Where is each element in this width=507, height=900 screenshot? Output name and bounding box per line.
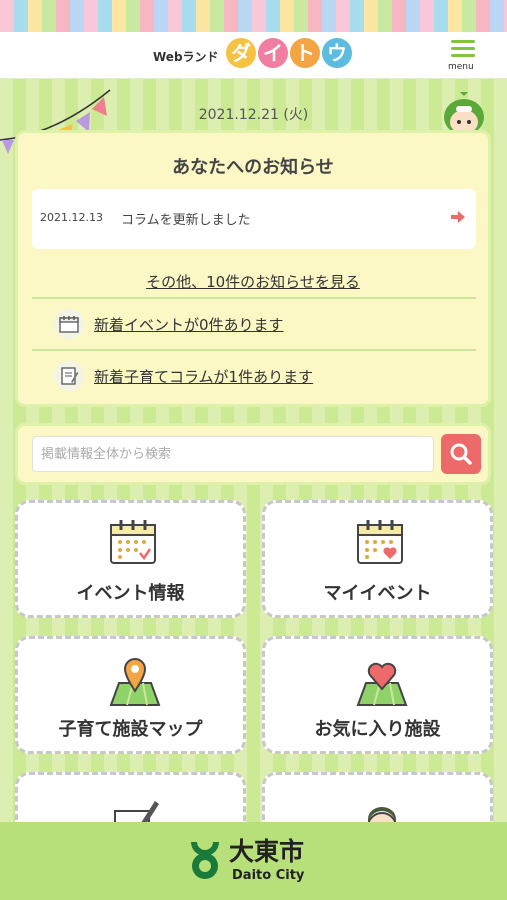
event-info-tile[interactable]: イベント情報 bbox=[15, 500, 246, 618]
arrow-right-icon bbox=[451, 211, 465, 223]
top-decorative-stripe bbox=[0, 0, 507, 32]
calendar-icon bbox=[110, 520, 156, 564]
note-pen-icon bbox=[54, 361, 84, 391]
logo-char-2: イ bbox=[258, 38, 288, 68]
logo-prefix: Webランド bbox=[153, 50, 219, 64]
notice-panel: あなたへのお知らせ 2021.12.13 コラムを更新しました その他、10件の… bbox=[15, 130, 491, 407]
hamburger-bar bbox=[451, 54, 475, 57]
city-name-en: Daito City bbox=[232, 868, 305, 883]
tile-label: お気に入り施設 bbox=[314, 719, 441, 740]
search-icon bbox=[450, 443, 472, 465]
current-date: 2021.12.21 (火) bbox=[198, 107, 309, 123]
new-events-row[interactable]: 新着イベントが0件あります bbox=[54, 309, 284, 339]
new-events-link: 新着イベントが0件あります bbox=[94, 315, 284, 334]
search-input[interactable] bbox=[32, 436, 434, 472]
logo-char-1: ダ bbox=[226, 38, 256, 68]
news-item[interactable]: 2021.12.13 コラムを更新しました bbox=[32, 189, 476, 249]
more-notices-link[interactable]: その他、10件のお知らせを見る bbox=[18, 271, 488, 292]
tile-label: イベント情報 bbox=[76, 583, 185, 604]
site-logo[interactable]: ダ イ ト ウ bbox=[226, 38, 352, 68]
new-columns-row[interactable]: 新着子育てコラムが1件あります bbox=[54, 361, 313, 391]
divider bbox=[32, 349, 476, 351]
favorite-facilities-tile[interactable]: お気に入り施設 bbox=[262, 636, 493, 754]
hamburger-icon bbox=[451, 40, 475, 43]
map-pin-icon bbox=[109, 658, 161, 706]
my-event-tile[interactable]: マイイベント bbox=[262, 500, 493, 618]
tile-label: 子育て施設マップ bbox=[58, 719, 203, 740]
news-text: コラムを更新しました bbox=[121, 213, 251, 228]
notice-title: あなたへのお知らせ bbox=[172, 157, 334, 178]
childcare-map-tile[interactable]: 子育て施設マップ bbox=[15, 636, 246, 754]
divider bbox=[32, 297, 476, 299]
logo-char-3: ト bbox=[290, 38, 320, 68]
search-panel bbox=[15, 423, 491, 485]
news-date: 2021.12.13 bbox=[40, 211, 103, 224]
footer: 大東市 Daito City bbox=[0, 822, 507, 900]
new-columns-link: 新着子育てコラムが1件あります bbox=[94, 367, 314, 386]
city-name: 大東市 bbox=[229, 837, 305, 866]
map-heart-icon bbox=[356, 662, 408, 706]
header-bar: Webランド ダ イ ト ウ menu bbox=[0, 32, 507, 79]
calendar-heart-icon bbox=[357, 520, 403, 564]
logo-char-4: ウ bbox=[322, 38, 352, 68]
menu-label: menu bbox=[448, 62, 474, 72]
city-emblem-icon[interactable] bbox=[187, 836, 223, 884]
search-button[interactable] bbox=[441, 434, 481, 474]
menu-button[interactable]: menu bbox=[446, 38, 482, 74]
tile-label: マイイベント bbox=[323, 583, 432, 604]
calendar-icon bbox=[54, 309, 84, 339]
hamburger-bar bbox=[451, 47, 475, 50]
